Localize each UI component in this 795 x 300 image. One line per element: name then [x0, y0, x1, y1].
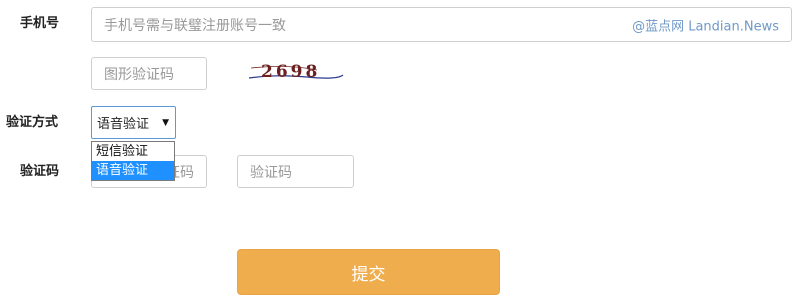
- captcha-input[interactable]: 图形验证码: [91, 57, 207, 90]
- method-label: 验证方式: [6, 115, 59, 130]
- code-input[interactable]: 验证码: [237, 155, 354, 188]
- watermark-text: @蓝点网 Landian.News: [632, 19, 779, 34]
- chevron-down-icon: ▼: [162, 117, 169, 128]
- method-select[interactable]: 语音验证 ▼: [91, 106, 176, 139]
- phone-placeholder: 手机号需与联璧注册账号一致: [104, 17, 286, 34]
- captcha-placeholder: 图形验证码: [104, 66, 174, 83]
- code-label: 验证码: [20, 164, 60, 179]
- captcha-glyphs: 2698: [261, 62, 320, 82]
- code-placeholder: 验证码: [250, 164, 292, 181]
- method-select-value: 语音验证: [97, 117, 150, 132]
- submit-button[interactable]: 提交: [237, 249, 500, 295]
- dropdown-option-sms[interactable]: 短信验证: [92, 142, 174, 161]
- method-dropdown: 短信验证 语音验证: [91, 141, 175, 181]
- phone-input[interactable]: 手机号需与联璧注册账号一致 @蓝点网 Landian.News: [91, 7, 792, 42]
- phone-label: 手机号: [20, 16, 60, 31]
- captcha-image[interactable]: 2698: [247, 56, 345, 86]
- dropdown-option-voice[interactable]: 语音验证: [92, 161, 174, 180]
